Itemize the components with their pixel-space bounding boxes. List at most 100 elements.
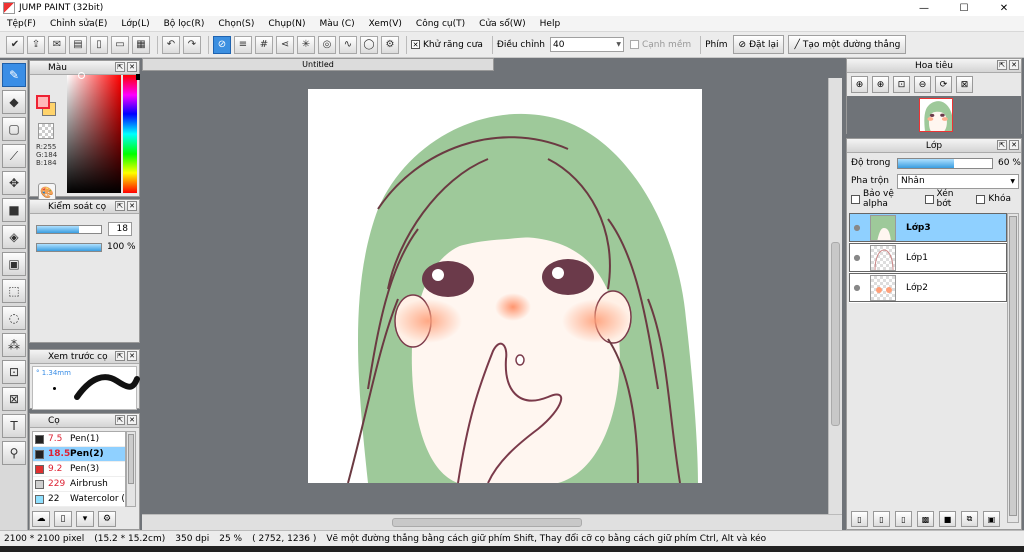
panel-close-icon[interactable]: ✕: [127, 351, 137, 361]
float-icon[interactable]: ⇱: [115, 415, 125, 425]
radial-icon[interactable]: ✳: [297, 35, 315, 54]
scrollbar-thumb[interactable]: [392, 518, 582, 527]
brush-settings-icon[interactable]: ⚙: [98, 511, 116, 527]
soft-edge-option[interactable]: Cạnh mềm: [629, 40, 691, 50]
page-icon[interactable]: ▭: [111, 35, 129, 54]
new-vector-layer-icon[interactable]: ▯: [873, 511, 890, 527]
clipping-checkbox[interactable]: [924, 194, 934, 204]
brush-item[interactable]: 18.5 Pen(2): [33, 447, 125, 462]
curve-icon[interactable]: ∿: [339, 35, 357, 54]
document-tab[interactable]: Untitled: [142, 58, 494, 71]
panel-close-icon[interactable]: ✕: [1009, 60, 1019, 70]
hue-slider[interactable]: [123, 75, 137, 193]
duplicate-layer-icon[interactable]: ⧉: [961, 511, 978, 527]
float-icon[interactable]: ⇱: [115, 201, 125, 211]
comment-icon[interactable]: ✉: [48, 35, 66, 54]
float-icon[interactable]: ⇱: [997, 60, 1007, 70]
scrollbar-thumb[interactable]: [128, 434, 134, 484]
protect-alpha-checkbox[interactable]: [851, 194, 860, 204]
menu-color[interactable]: Màu (C): [313, 19, 362, 29]
menu-file[interactable]: Tệp(F): [0, 19, 43, 29]
lasso-tool-icon[interactable]: ◌: [2, 306, 26, 330]
hue-slider-handle[interactable]: [136, 74, 140, 80]
float-icon[interactable]: ⇱: [997, 140, 1007, 150]
eyedropper-tool-icon[interactable]: ⚲: [2, 441, 26, 465]
transparent-color-swatch[interactable]: [38, 123, 54, 139]
tone-layer-icon[interactable]: ▩: [917, 511, 934, 527]
zoom-out-icon[interactable]: ⊖: [914, 76, 931, 93]
line-tool-icon[interactable]: ⟋: [2, 144, 26, 168]
saturation-value-picker[interactable]: [67, 75, 121, 193]
select-eraser-tool-icon[interactable]: ⊠: [2, 387, 26, 411]
layer-item[interactable]: ● Lớp3: [849, 213, 1007, 242]
fit-window-icon[interactable]: ⊡: [893, 76, 910, 93]
folder-icon[interactable]: ■: [939, 511, 956, 527]
magic-wand-tool-icon[interactable]: ⁂: [2, 333, 26, 357]
concentric-icon[interactable]: ◎: [318, 35, 336, 54]
brush-cloud-icon[interactable]: ☁: [32, 511, 50, 527]
crosshatch-icon[interactable]: #: [255, 35, 273, 54]
brush-size-value[interactable]: 18: [108, 222, 132, 236]
document-icon[interactable]: ▯: [90, 35, 108, 54]
lock-checkbox[interactable]: [976, 194, 986, 204]
scrollbar-thumb[interactable]: [1009, 216, 1017, 516]
visibility-icon[interactable]: ●: [850, 253, 864, 262]
brush-menu-icon[interactable]: ▾: [76, 511, 94, 527]
eraser-tool-icon[interactable]: ◆: [2, 90, 26, 114]
visibility-icon[interactable]: ●: [850, 283, 864, 292]
soft-edge-checkbox[interactable]: [629, 40, 639, 49]
drawing-canvas[interactable]: [308, 89, 702, 483]
rectangle-tool-icon[interactable]: ▢: [2, 117, 26, 141]
panel-close-icon[interactable]: ✕: [127, 415, 137, 425]
protect-alpha-option[interactable]: Bảo vệ alpha: [851, 189, 915, 209]
menu-select[interactable]: Chọn(S): [211, 19, 261, 29]
parallel-lines-icon[interactable]: ≡: [234, 35, 252, 54]
check-icon[interactable]: ✔: [6, 35, 24, 54]
select-rect-tool-icon[interactable]: ⬚: [2, 279, 26, 303]
layer-item[interactable]: ● Lớp2: [849, 273, 1007, 302]
foreground-color-swatch[interactable]: [36, 95, 50, 109]
text-tool-icon[interactable]: T: [2, 414, 26, 438]
maximize-button[interactable]: ☐: [944, 0, 984, 16]
layer-opacity-slider[interactable]: [897, 157, 993, 169]
lock-option[interactable]: Khóa: [976, 194, 1011, 204]
grid-layout-icon[interactable]: ▦: [132, 35, 150, 54]
circle-icon[interactable]: ◯: [360, 35, 378, 54]
bucket-tool-icon[interactable]: ◈: [2, 225, 26, 249]
menu-view[interactable]: Xem(V): [362, 19, 409, 29]
snap-off-icon[interactable]: ⊘: [213, 35, 231, 54]
actual-size-icon[interactable]: ⊠: [956, 76, 973, 93]
antialias-checkbox[interactable]: ✕: [411, 40, 420, 49]
undo-icon[interactable]: ↶: [162, 35, 180, 54]
panel-icon[interactable]: ▤: [69, 35, 87, 54]
settings-icon[interactable]: ⚙: [381, 35, 399, 54]
new-layer-icon[interactable]: ▯: [851, 511, 868, 527]
rotate-icon[interactable]: ⟳: [935, 76, 952, 93]
menu-edit[interactable]: Chỉnh sửa(E): [43, 19, 114, 29]
export-icon[interactable]: ⇪: [27, 35, 45, 54]
brush-item[interactable]: 22 Watercolor (: [33, 492, 125, 507]
zoom-in-icon[interactable]: ⊕: [872, 76, 889, 93]
layer-list-scrollbar[interactable]: [1007, 213, 1019, 523]
fill-rect-tool-icon[interactable]: ■: [2, 198, 26, 222]
brush-list-scrollbar[interactable]: [126, 431, 136, 507]
new-brush-icon[interactable]: ▯: [54, 511, 72, 527]
menu-window[interactable]: Cửa sổ(W): [472, 19, 532, 29]
close-button[interactable]: ✕: [984, 0, 1024, 16]
perspective-icon[interactable]: ⋖: [276, 35, 294, 54]
float-icon[interactable]: ⇱: [115, 351, 125, 361]
zoom-fit-icon[interactable]: ⊕: [851, 76, 868, 93]
select-pen-tool-icon[interactable]: ⊡: [2, 360, 26, 384]
brush-opacity-slider[interactable]: [36, 242, 102, 252]
menu-help[interactable]: Help: [533, 19, 568, 29]
navigator-preview[interactable]: [847, 96, 1021, 134]
blend-mode-select[interactable]: Nhân ▼: [897, 173, 1019, 189]
panel-close-icon[interactable]: ✕: [1009, 140, 1019, 150]
clipping-option[interactable]: Xén bớt: [924, 189, 967, 209]
menu-layer[interactable]: Lớp(L): [114, 19, 156, 29]
brush-item[interactable]: 229 Airbrush: [33, 477, 125, 492]
move-tool-icon[interactable]: ✥: [2, 171, 26, 195]
menu-filter[interactable]: Bộ lọc(R): [157, 19, 212, 29]
antialias-option[interactable]: ✕ Khử răng cưa: [411, 40, 483, 50]
menu-tools[interactable]: Công cụ(T): [409, 19, 472, 29]
